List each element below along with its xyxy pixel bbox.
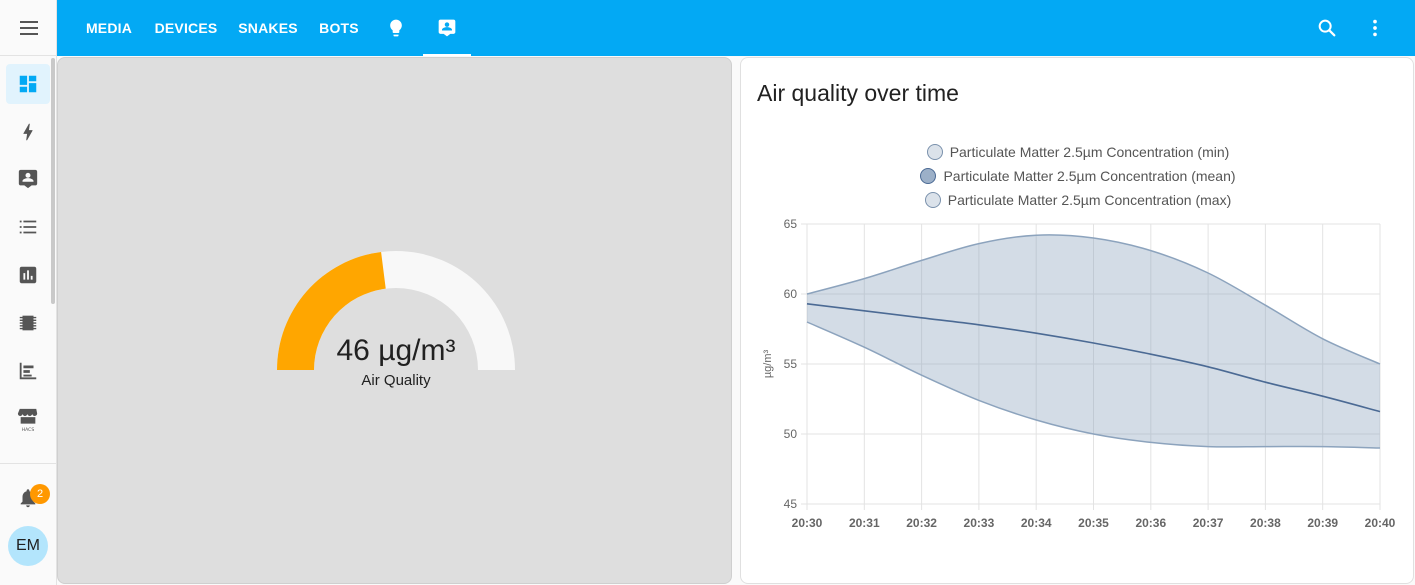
legend-label: Particulate Matter 2.5µm Concentration (… (947, 192, 1232, 208)
x-tick-label: 20:32 (906, 516, 937, 530)
lightbulb-icon (390, 19, 402, 37)
x-tick-label: 20:36 (1135, 516, 1166, 530)
hacs-icon: HACS (17, 408, 38, 432)
y-tick-label: 45 (784, 497, 798, 511)
hamburger-icon (19, 20, 38, 35)
tab-dashboard[interactable] (423, 0, 471, 56)
user-avatar[interactable]: EM (8, 526, 48, 566)
svg-text:HACS: HACS (22, 427, 35, 432)
history-graph-card: Air quality over time Particulate Matter… (740, 57, 1414, 584)
gauge-card[interactable]: 46 µg/m³ Air Quality (57, 57, 732, 584)
dots-vertical-icon (1373, 19, 1377, 37)
tab-lightbulb[interactable] (381, 0, 411, 56)
x-tick-label: 20:33 (964, 516, 995, 530)
legend-label: Particulate Matter 2.5µm Concentration (… (943, 168, 1236, 184)
gauge-value: 46 µg/m³ (336, 334, 456, 367)
chart-legend: Particulate Matter 2.5µm Concentration (… (741, 140, 1415, 212)
x-tick-label: 20:34 (1021, 516, 1052, 530)
account-box-icon (18, 169, 38, 189)
energy-icon (23, 123, 33, 141)
sidebar-item-hacs[interactable]: HACS (6, 399, 50, 439)
sidebar-item-logbook[interactable] (6, 207, 50, 247)
search-icon (1318, 19, 1336, 37)
x-tick-label: 20:31 (849, 516, 880, 530)
gauge-label: Air Quality (361, 372, 431, 389)
min-max-band (807, 234, 1380, 448)
tab-snakes[interactable]: SNAKES (238, 0, 297, 56)
x-tick-label: 20:37 (1193, 516, 1224, 530)
legend-swatch (926, 144, 943, 160)
overflow-menu-button[interactable] (1355, 8, 1395, 48)
x-tick-label: 20:38 (1250, 516, 1281, 530)
y-tick-label: 65 (784, 217, 798, 231)
y-tick-label: 55 (784, 357, 798, 371)
card-title: Air quality over time (757, 80, 959, 106)
app-root: HACS 2 EM MEDIA DEVICES SNAKES BOTS 46 µ… (0, 0, 1415, 585)
y-axis-label: µg/m³ (762, 349, 774, 378)
sidebar-item-energy[interactable] (6, 112, 50, 152)
sidebar-item-dashboard[interactable] (6, 159, 50, 199)
sidebar-item-esphome[interactable] (6, 303, 50, 343)
chip-icon (19, 315, 37, 331)
tab-bots[interactable]: BOTS (319, 0, 359, 56)
sidebar-item-history[interactable] (6, 255, 50, 295)
sidebar-scrollbar[interactable] (51, 58, 55, 304)
line-chart[interactable]: 45 50 55 60 65 20:30 20:31 20:32 20:33 20:34 20:35… (741, 208, 1415, 585)
y-tick-label: 50 (784, 427, 798, 441)
history-icon (19, 362, 37, 380)
legend-swatch (920, 168, 937, 184)
chart-icon (19, 266, 37, 284)
top-app-bar: MEDIA DEVICES SNAKES BOTS (57, 0, 1415, 56)
sidebar-item-overview[interactable] (6, 64, 50, 104)
notification-badge: 2 (30, 484, 50, 504)
y-tick-label: 60 (784, 287, 798, 301)
legend-swatch (924, 192, 941, 208)
tab-media[interactable]: MEDIA (86, 0, 132, 56)
search-button[interactable] (1307, 8, 1347, 48)
sidebar: HACS 2 EM (0, 0, 57, 585)
sidebar-item-stats[interactable] (6, 351, 50, 391)
account-box-icon (438, 19, 456, 37)
legend-label: Particulate Matter 2.5µm Concentration (… (949, 144, 1230, 160)
gauge: 46 µg/m³ Air Quality (276, 250, 516, 400)
x-tick-label: 20:30 (792, 516, 823, 530)
legend-item-mean[interactable]: Particulate Matter 2.5µm Concentration (… (741, 164, 1415, 188)
tab-devices[interactable]: DEVICES (155, 0, 218, 56)
list-icon (19, 220, 37, 234)
x-tick-label: 20:39 (1307, 516, 1338, 530)
sidebar-divider (0, 463, 56, 464)
x-tick-label: 20:40 (1365, 516, 1396, 530)
legend-item-min[interactable]: Particulate Matter 2.5µm Concentration (… (741, 140, 1415, 164)
menu-button[interactable] (0, 0, 57, 56)
dashboard-icon (19, 75, 37, 93)
x-tick-label: 20:35 (1078, 516, 1109, 530)
